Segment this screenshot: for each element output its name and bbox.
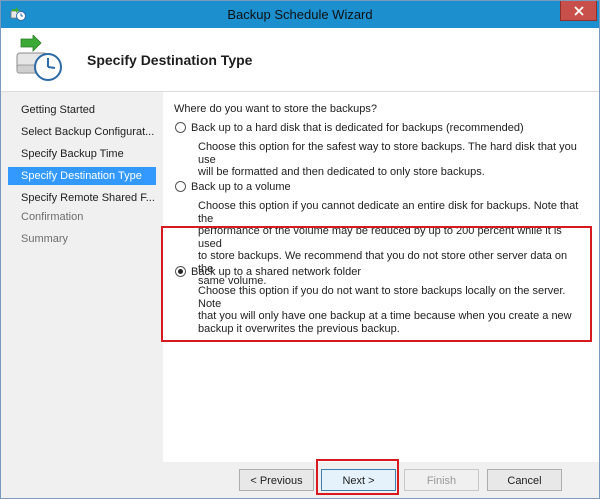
close-icon xyxy=(574,6,584,16)
option-volume[interactable]: Back up to a volume xyxy=(175,181,291,193)
nav-item-select-backup-configuration[interactable]: Select Backup Configurat... xyxy=(8,123,156,141)
option-volume-label: Back up to a volume xyxy=(191,181,291,193)
nav-item-getting-started[interactable]: Getting Started xyxy=(8,101,156,119)
radio-dedicated-disk[interactable] xyxy=(175,122,186,133)
nav-item-specify-backup-time[interactable]: Specify Backup Time xyxy=(8,145,156,163)
nav-item-specify-destination-type[interactable]: Specify Destination Type xyxy=(8,167,156,185)
description-line: will be formatted and then dedicated to … xyxy=(198,166,485,178)
window-title: Backup Schedule Wizard xyxy=(227,7,373,22)
highlight-next-button xyxy=(316,459,399,495)
cancel-button[interactable]: Cancel xyxy=(487,469,562,491)
nav-item-confirmation: Confirmation xyxy=(21,211,84,223)
title-bar[interactable]: Backup Schedule Wizard xyxy=(1,1,599,28)
description-line: Choose this option if you cannot dedicat… xyxy=(198,200,579,225)
nav-item-specify-remote-shared-folder[interactable]: Specify Remote Shared F... xyxy=(8,189,156,207)
radio-volume[interactable] xyxy=(175,181,186,192)
wizard-nav: Getting Started Select Backup Configurat… xyxy=(1,92,163,462)
page-title: Specify Destination Type xyxy=(87,52,253,68)
option-dedicated-disk[interactable]: Back up to a hard disk that is dedicated… xyxy=(175,122,524,134)
highlight-shared-folder-option xyxy=(161,226,592,342)
description-line: Choose this option for the safest way to… xyxy=(198,141,577,166)
previous-button[interactable]: < Previous xyxy=(239,469,314,491)
question-label: Where do you want to store the backups? xyxy=(174,103,378,115)
wizard-header: Specify Destination Type xyxy=(1,28,599,92)
finish-button: Finish xyxy=(404,469,479,491)
option-dedicated-disk-label: Back up to a hard disk that is dedicated… xyxy=(191,122,524,134)
option-dedicated-disk-description: Choose this option for the safest way to… xyxy=(198,141,583,179)
nav-item-summary: Summary xyxy=(21,233,69,245)
close-button[interactable] xyxy=(560,1,597,21)
backup-schedule-icon xyxy=(15,34,67,83)
